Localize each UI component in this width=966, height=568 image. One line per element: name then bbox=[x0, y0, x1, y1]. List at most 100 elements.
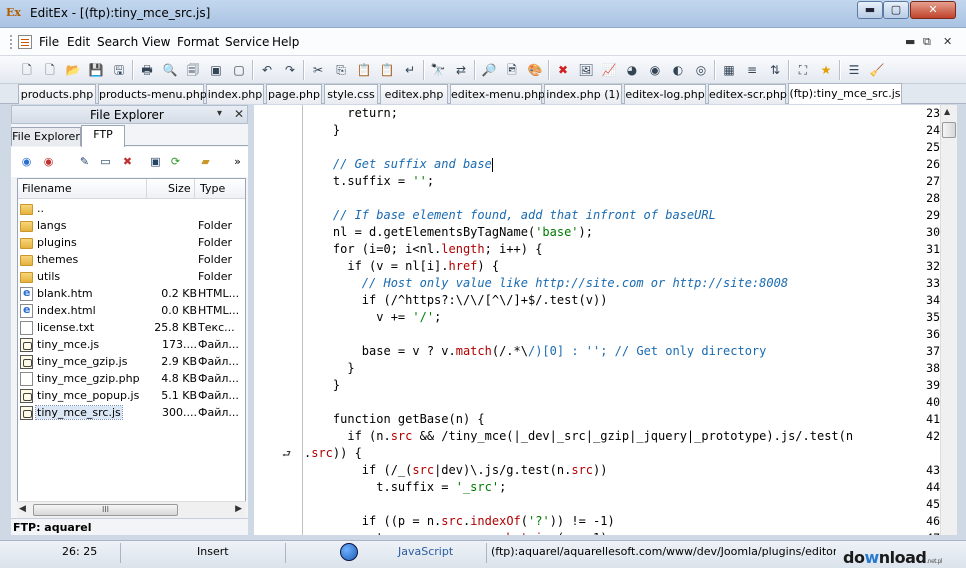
refresh-icon[interactable]: ⟳ bbox=[167, 153, 184, 170]
cut-icon[interactable]: ✂ bbox=[309, 61, 327, 79]
file-row[interactable]: utils Folder bbox=[18, 269, 245, 286]
code-line[interactable]: t.suffix = ''; bbox=[304, 173, 434, 190]
firefox-icon[interactable]: ◐ bbox=[669, 61, 687, 79]
code-line[interactable]: nl = d.getElementsByTagName('base'); bbox=[304, 224, 593, 241]
print-preview-icon[interactable]: 🔍 bbox=[161, 61, 179, 79]
editor-vscroll[interactable]: ▲ bbox=[940, 105, 957, 535]
chrome-icon[interactable]: ◕ bbox=[623, 61, 641, 79]
page-setup-icon[interactable]: 🗐 bbox=[184, 61, 202, 79]
new-file-icon[interactable]: 🗋 bbox=[18, 61, 36, 79]
tab-ftp[interactable]: FTP bbox=[81, 125, 125, 147]
fullscreen-icon[interactable]: ⛶ bbox=[794, 61, 812, 79]
vscroll-thumb[interactable] bbox=[942, 122, 956, 138]
file-tab[interactable]: index.php (1) bbox=[544, 84, 622, 104]
file-tab[interactable]: products-menu.php bbox=[98, 84, 207, 104]
code-line[interactable]: if (v = nl[i].href) { bbox=[304, 258, 499, 275]
mdi-restore-button[interactable]: ⧉ bbox=[923, 35, 931, 49]
pin-icon[interactable]: ▾ bbox=[217, 108, 222, 119]
file-tab[interactable]: index.php bbox=[206, 84, 264, 104]
file-tab[interactable]: editex-menu.php bbox=[450, 84, 545, 104]
new-template-icon[interactable]: 🗋 bbox=[41, 61, 59, 79]
bookmark-list-icon[interactable]: ☰ bbox=[845, 61, 863, 79]
close-icon[interactable]: ▣ bbox=[207, 61, 225, 79]
code-line[interactable]: } bbox=[304, 122, 340, 139]
edit-mode[interactable]: Insert bbox=[197, 545, 229, 558]
print-icon[interactable]: 🖶 bbox=[138, 61, 156, 79]
find-icon[interactable]: 🔭 bbox=[429, 61, 447, 79]
code-line[interactable]: } bbox=[304, 377, 340, 394]
delete-icon[interactable]: ✖ bbox=[554, 61, 572, 79]
language-mode[interactable]: JavaScript bbox=[398, 545, 453, 558]
file-tab[interactable]: editex-scr.php bbox=[708, 84, 787, 104]
connect-icon[interactable]: ◉ bbox=[18, 153, 35, 170]
terminal-icon[interactable]: ▣ bbox=[147, 153, 164, 170]
file-tab[interactable]: (ftp):tiny_mce_src.js bbox=[788, 83, 902, 104]
file-row[interactable]: .. bbox=[18, 201, 245, 218]
file-row[interactable]: plugins Folder bbox=[18, 235, 245, 252]
file-row[interactable]: tiny_mce_popup.js 5.1 KB Файл... bbox=[18, 388, 245, 405]
calendar-icon[interactable]: ▦ bbox=[720, 61, 738, 79]
menu-search[interactable]: Search bbox=[97, 35, 138, 49]
scroll-right-icon[interactable]: ▶ bbox=[235, 504, 242, 514]
paste-icon[interactable]: 📋 bbox=[355, 61, 373, 79]
chart-icon[interactable]: 📈 bbox=[600, 61, 618, 79]
column-divider[interactable] bbox=[194, 179, 195, 199]
code-line[interactable]: // Host only value like http://site.com … bbox=[304, 275, 788, 292]
word-wrap-icon[interactable]: ↵ bbox=[401, 61, 419, 79]
opera-icon[interactable]: ◉ bbox=[646, 61, 664, 79]
menu-help[interactable]: Help bbox=[272, 35, 299, 49]
favorites-icon[interactable]: ★ bbox=[817, 61, 835, 79]
image-icon[interactable]: 🖼 bbox=[577, 61, 595, 79]
column-filename[interactable]: Filename bbox=[22, 182, 72, 195]
safari-icon[interactable]: ◎ bbox=[692, 61, 710, 79]
edit-icon[interactable]: ✎ bbox=[76, 153, 93, 170]
code-line[interactable]: // If base element found, add that infro… bbox=[304, 207, 716, 224]
open-icon[interactable]: 📂 bbox=[64, 61, 82, 79]
code-line[interactable]: t.suffix = '_src'; bbox=[304, 479, 506, 496]
code-line[interactable]: .src)) { bbox=[304, 445, 362, 462]
find-in-files-icon[interactable]: 🔎 bbox=[480, 61, 498, 79]
menu-edit[interactable]: Edit bbox=[67, 35, 90, 49]
menu-format[interactable]: Format bbox=[177, 35, 219, 49]
file-tab[interactable]: editex.php bbox=[380, 84, 448, 104]
paste-special-icon[interactable]: 📋 bbox=[378, 61, 396, 79]
column-size[interactable]: Size bbox=[168, 182, 191, 195]
file-tab[interactable]: editex-log.php bbox=[624, 84, 706, 104]
code-line[interactable]: if (n.src && /tiny_mce(|_dev|_src|_gzip|… bbox=[304, 428, 853, 445]
maximize-button[interactable]: ▢ bbox=[883, 1, 909, 19]
numbered-list-icon[interactable]: ≡ bbox=[743, 61, 761, 79]
menu-service[interactable]: Service bbox=[225, 35, 269, 49]
code-line[interactable]: // Get suffix and base bbox=[304, 156, 493, 173]
code-line[interactable]: return; bbox=[304, 105, 398, 122]
file-row[interactable]: tiny_mce_src.js 300.... Файл... bbox=[18, 405, 245, 422]
file-tab[interactable]: page.php bbox=[266, 84, 322, 104]
close-pane-icon[interactable]: ✕ bbox=[234, 107, 244, 121]
code-line[interactable]: } bbox=[304, 360, 354, 377]
code-line[interactable]: if (/_(src|dev)\.js/g.test(n.src)) bbox=[304, 462, 608, 479]
mdi-minimize-button[interactable]: ▬ bbox=[905, 35, 915, 48]
color-picker-icon[interactable]: 🎨 bbox=[526, 61, 544, 79]
file-row[interactable]: langs Folder bbox=[18, 218, 245, 235]
code-line[interactable]: if (/^https?:\/\/[^\/]+$/.test(v)) bbox=[304, 292, 608, 309]
replace-icon[interactable]: ⇄ bbox=[452, 61, 470, 79]
code-line[interactable]: for (i=0; i<nl.length; i++) { bbox=[304, 241, 543, 258]
disconnect-icon[interactable]: ◉ bbox=[40, 153, 57, 170]
file-list-hscroll[interactable]: ◀ III ▶ bbox=[17, 501, 246, 518]
browser-preview-icon[interactable]: 🖻 bbox=[503, 61, 521, 79]
code-line[interactable]: function getBase(n) { bbox=[304, 411, 485, 428]
code-line[interactable]: v += '/'; bbox=[304, 309, 441, 326]
clean-icon[interactable]: 🧹 bbox=[868, 61, 886, 79]
code-line[interactable]: t.query = n.src.substring(p + 1); bbox=[304, 530, 614, 535]
file-tab[interactable]: products.php bbox=[18, 84, 96, 104]
code-line[interactable]: base = v ? v.match(/.*\/)[0] : ''; // Ge… bbox=[304, 343, 767, 360]
code-line[interactable]: if ((p = n.src.indexOf('?')) != -1) bbox=[304, 513, 615, 530]
column-divider[interactable] bbox=[146, 179, 147, 199]
new-folder-icon[interactable]: ▰ bbox=[197, 153, 214, 170]
close-window-button[interactable]: ✕ bbox=[910, 1, 956, 19]
more-tools-icon[interactable]: » bbox=[229, 153, 246, 170]
scroll-left-icon[interactable]: ◀ bbox=[19, 504, 26, 514]
file-row[interactable]: tiny_mce_gzip.js 2.9 KB Файл... bbox=[18, 354, 245, 371]
close-all-icon[interactable]: ▢ bbox=[230, 61, 248, 79]
minimize-button[interactable]: ▬ bbox=[857, 1, 883, 19]
file-row[interactable]: themes Folder bbox=[18, 252, 245, 269]
